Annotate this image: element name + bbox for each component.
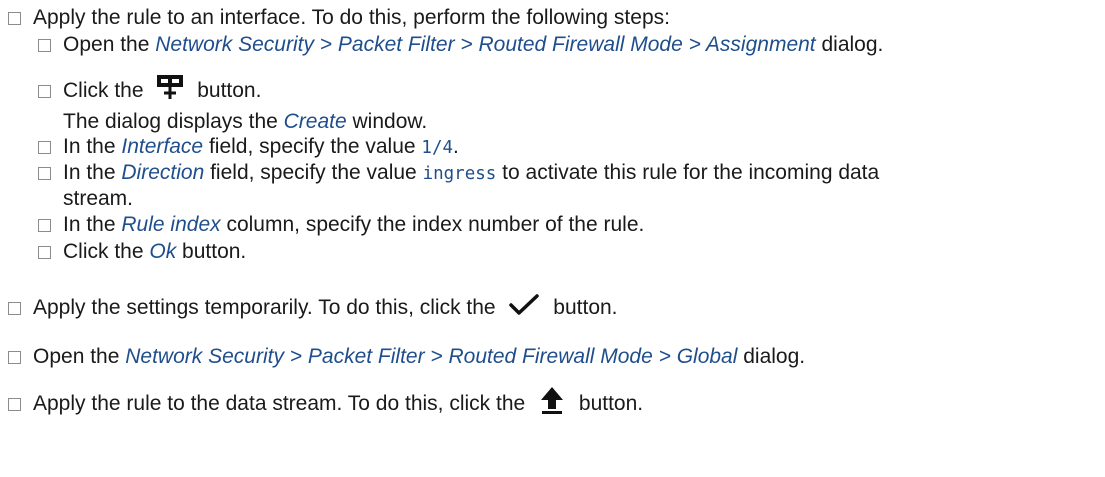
step-text: Open the Network Security > Packet Filte…: [33, 345, 805, 369]
ok-button-label: Ok: [149, 240, 177, 263]
checkbox[interactable]: [38, 219, 51, 232]
substep-interface: In the Interface field, specify the valu…: [38, 135, 459, 160]
substep-text: In the Rule index column, specify the in…: [63, 213, 644, 237]
text-post: window.: [346, 110, 428, 133]
text-mid: field, specify the value: [204, 161, 423, 184]
rule-index-column-label: Rule index: [121, 213, 221, 236]
checkbox[interactable]: [38, 85, 51, 98]
text-pre: Open the: [33, 345, 126, 368]
substep-open-assignment: Open the Network Security > Packet Filte…: [38, 33, 883, 57]
checkbox[interactable]: [8, 398, 21, 411]
text-pre: Click the: [63, 240, 150, 263]
text-post: dialog.: [815, 33, 884, 56]
direction-field-label: Direction: [121, 161, 205, 184]
create-window-link: Create: [283, 110, 347, 133]
checkbox[interactable]: [38, 39, 51, 52]
checkbox[interactable]: [38, 246, 51, 259]
substep-text: In the Interface field, specify the valu…: [63, 135, 459, 160]
substep-text: Open the Network Security > Packet Filte…: [63, 33, 883, 57]
step-text: Apply the rule to an interface. To do th…: [33, 6, 670, 29]
upload-arrow-icon: [541, 387, 564, 415]
text-pre: In the: [63, 161, 122, 184]
checkbox[interactable]: [8, 351, 21, 364]
text-pre: Click the: [63, 79, 144, 102]
add-table-icon: [157, 75, 184, 100]
step-apply-to-stream: Apply the rule to the data stream. To do…: [8, 387, 644, 419]
text-post: button.: [197, 79, 262, 102]
substep-text: In the Direction field, specify the valu…: [63, 161, 879, 186]
dialog-path-link[interactable]: Network Security > Packet Filter > Route…: [125, 345, 737, 368]
direction-value: ingress: [422, 164, 497, 184]
checkbox[interactable]: [8, 302, 21, 315]
dialog-path-link[interactable]: Network Security > Packet Filter > Route…: [155, 33, 815, 56]
text-pre: The dialog displays the: [63, 110, 284, 133]
checkmark-icon: [509, 294, 540, 316]
step-text: Apply the rule to the data stream. To do…: [33, 387, 644, 419]
substep-direction-continued: stream.: [63, 187, 134, 210]
text-post: dialog.: [737, 345, 806, 368]
substep-text: Click the Ok button.: [63, 240, 246, 264]
checkbox[interactable]: [8, 12, 21, 25]
text-post: .: [453, 135, 459, 158]
step-apply-rule: Apply the rule to an interface. To do th…: [8, 6, 670, 30]
substep-click-ok: Click the Ok button.: [38, 240, 246, 264]
step-text: Apply the settings temporarily. To do th…: [33, 294, 618, 322]
interface-field-label: Interface: [121, 135, 204, 158]
text-post: button.: [553, 296, 618, 319]
text-pre: In the: [63, 213, 122, 236]
text-post: button.: [176, 240, 247, 263]
text-post: button.: [578, 392, 644, 415]
substep-rule-index: In the Rule index column, specify the in…: [38, 213, 644, 237]
text-pre: In the: [63, 135, 122, 158]
substep-click-add: Click the button.: [38, 75, 262, 105]
step-open-global: Open the Network Security > Packet Filte…: [8, 345, 805, 369]
text-mid: field, specify the value: [203, 135, 422, 158]
text-post: to activate this rule for the incoming d…: [496, 161, 880, 184]
substep-direction: In the Direction field, specify the valu…: [38, 161, 879, 186]
text-pre: Apply the rule to the data stream. To do…: [33, 392, 526, 415]
text-pre: Open the: [63, 33, 156, 56]
text-pre: Apply the settings temporarily. To do th…: [33, 296, 496, 319]
substep-result-text: The dialog displays the Create window.: [63, 110, 427, 134]
text-post: column, specify the index number of the …: [220, 213, 645, 236]
interface-value: 1/4: [421, 138, 454, 158]
substep-text: Click the button.: [63, 75, 262, 105]
checkbox[interactable]: [38, 167, 51, 180]
checkbox[interactable]: [38, 141, 51, 154]
step-apply-temporarily: Apply the settings temporarily. To do th…: [8, 294, 618, 322]
